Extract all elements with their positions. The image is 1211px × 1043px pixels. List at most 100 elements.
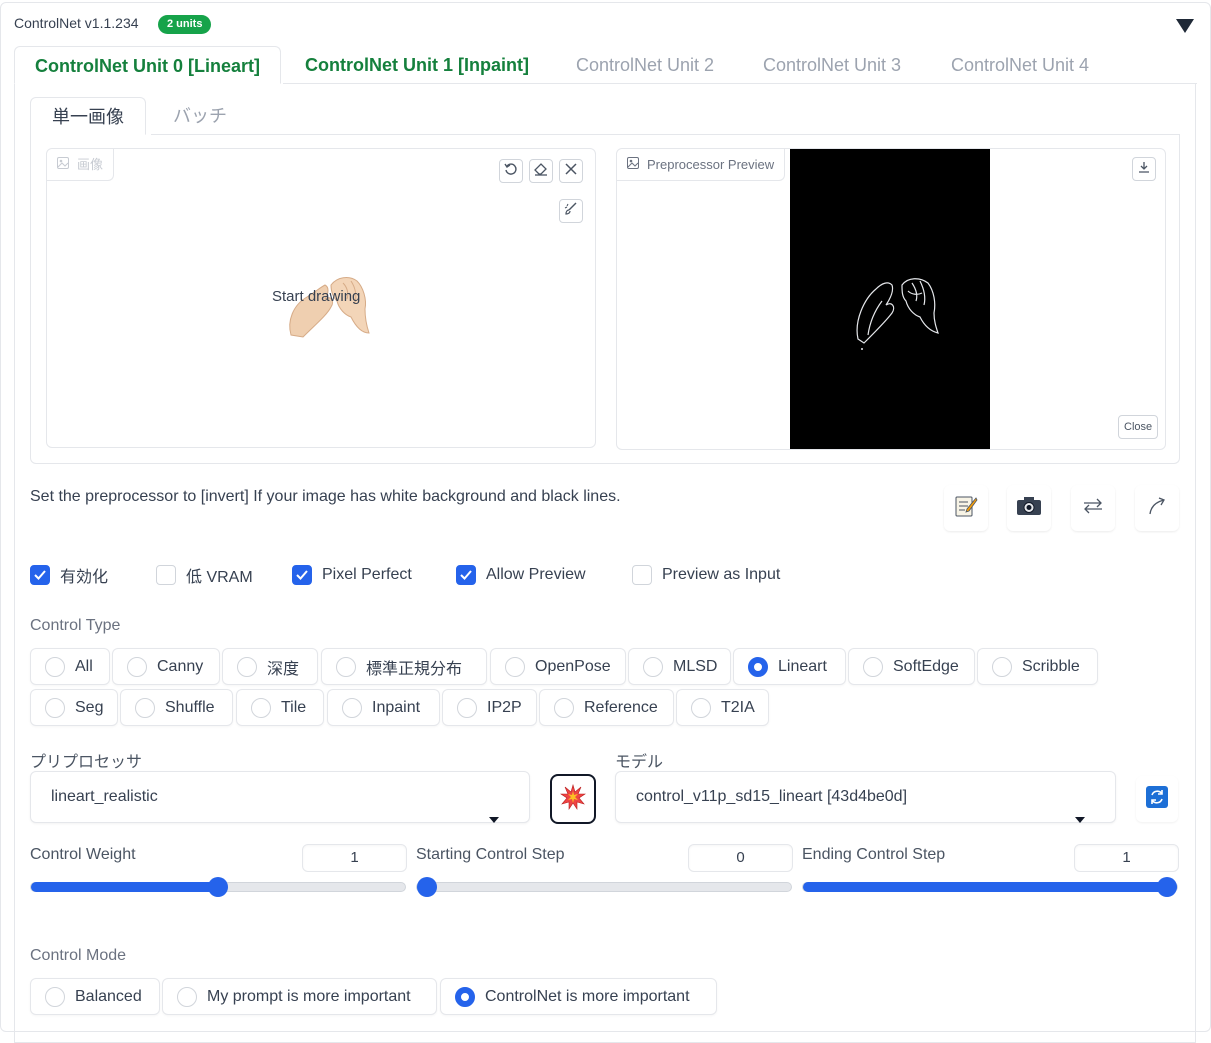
tab-batch[interactable]: バッチ: [173, 97, 227, 135]
control-type-canny[interactable]: Canny: [112, 648, 220, 685]
memo-icon: [954, 494, 978, 523]
checkbox-allow-preview[interactable]: [456, 565, 476, 585]
control-type-tile-label: Tile: [281, 698, 307, 716]
control-mode-controlnet[interactable]: ControlNet is more important: [440, 978, 717, 1015]
control-type-ip2p[interactable]: IP2P: [442, 689, 537, 726]
radio-prompt-important[interactable]: [177, 986, 197, 1007]
control-weight-slider-thumb[interactable]: [208, 877, 228, 897]
radio-balanced[interactable]: [45, 986, 65, 1007]
control-type-t2ia[interactable]: T2IA: [676, 689, 769, 726]
starting-step-slider-thumb[interactable]: [417, 877, 437, 897]
option-enable[interactable]: 有効化: [30, 563, 108, 587]
control-type-mlsd[interactable]: MLSD: [628, 648, 731, 685]
radio-reference[interactable]: [554, 697, 574, 718]
radio-softedge[interactable]: [863, 656, 883, 677]
run-preprocessor-button[interactable]: [550, 774, 596, 824]
control-type-mlsd-label: MLSD: [673, 657, 718, 675]
preview-close-button[interactable]: Close: [1118, 415, 1159, 439]
control-type-shuffle[interactable]: Shuffle: [120, 689, 233, 726]
model-select[interactable]: control_v11p_sd15_lineart [43d4be0d]: [615, 771, 1116, 823]
undo-button[interactable]: [499, 159, 523, 183]
control-type-reference[interactable]: Reference: [539, 689, 674, 726]
control-type-normal-label: 標準正規分布: [366, 660, 463, 678]
image-input-canvas[interactable]: 画像 Start drawing: [46, 148, 596, 448]
tab-unit-1[interactable]: ControlNet Unit 1 [Inpaint]: [305, 46, 529, 84]
radio-tile[interactable]: [251, 697, 271, 718]
option-allow-preview[interactable]: Allow Preview: [456, 563, 586, 587]
control-mode-prompt[interactable]: My prompt is more important: [162, 978, 437, 1015]
option-preview-as-input[interactable]: Preview as Input: [632, 563, 780, 587]
radio-t2ia[interactable]: [691, 697, 711, 718]
starting-step-input[interactable]: 0: [688, 844, 793, 872]
radio-ip2p[interactable]: [457, 697, 477, 718]
radio-openpose[interactable]: [505, 656, 525, 677]
option-pixel-perfect-label: Pixel Perfect: [322, 566, 412, 583]
radio-normal[interactable]: [336, 656, 356, 677]
tab-unit-2[interactable]: ControlNet Unit 2: [576, 46, 714, 84]
control-type-all[interactable]: All: [30, 648, 110, 685]
control-type-scribble[interactable]: Scribble: [977, 648, 1098, 685]
control-type-normal[interactable]: 標準正規分布: [321, 648, 487, 685]
control-weight-input[interactable]: 1: [302, 844, 407, 872]
model-value: control_v11p_sd15_lineart [43d4be0d]: [636, 788, 908, 805]
ending-step-slider[interactable]: [802, 877, 1178, 897]
option-low-vram[interactable]: 低 VRAM: [156, 563, 253, 587]
clear-button[interactable]: [559, 159, 583, 183]
collapse-triangle-icon[interactable]: [1175, 18, 1195, 39]
radio-scribble[interactable]: [992, 656, 1012, 677]
starting-step-label: Starting Control Step: [416, 846, 565, 863]
radio-canny[interactable]: [127, 656, 147, 677]
radio-mlsd[interactable]: [643, 656, 663, 677]
control-type-openpose[interactable]: OpenPose: [490, 648, 626, 685]
download-icon: [1138, 160, 1150, 178]
radio-depth[interactable]: [237, 656, 257, 677]
tab-unit-4[interactable]: ControlNet Unit 4: [951, 46, 1089, 84]
checkbox-preview-as-input[interactable]: [632, 565, 652, 585]
preprocessor-preview-image: [790, 149, 990, 449]
model-label: モデル: [615, 754, 664, 771]
control-weight-slider[interactable]: [30, 877, 406, 897]
control-type-depth[interactable]: 深度: [222, 648, 318, 685]
control-type-seg[interactable]: Seg: [30, 689, 118, 726]
edit-button[interactable]: [944, 485, 988, 531]
tab-unit-3[interactable]: ControlNet Unit 3: [763, 46, 901, 84]
checkbox-pixel-perfect[interactable]: [292, 565, 312, 585]
brush-button[interactable]: [559, 199, 583, 223]
checkbox-low-vram[interactable]: [156, 565, 176, 585]
radio-inpaint[interactable]: [342, 697, 362, 718]
radio-shuffle[interactable]: [135, 697, 155, 718]
control-type-label: Control Type: [30, 617, 121, 634]
radio-seg[interactable]: [45, 697, 65, 718]
eraser-button[interactable]: [529, 159, 553, 183]
curved-arrow-icon: [1147, 496, 1167, 521]
control-mode-prompt-label: My prompt is more important: [207, 987, 411, 1005]
starting-step-slider[interactable]: [416, 877, 792, 897]
control-type-tile[interactable]: Tile: [236, 689, 324, 726]
control-type-lineart[interactable]: Lineart: [733, 648, 846, 685]
tab-single-image[interactable]: 単一画像: [30, 97, 146, 135]
control-type-softedge[interactable]: SoftEdge: [848, 648, 975, 685]
checkbox-enable[interactable]: [30, 565, 50, 585]
explosion-icon: [560, 783, 586, 815]
refresh-models-button[interactable]: [1136, 776, 1178, 822]
control-type-reference-label: Reference: [584, 698, 658, 716]
radio-controlnet-important[interactable]: [455, 986, 475, 1007]
swap-button[interactable]: [1071, 485, 1115, 531]
option-pixel-perfect[interactable]: Pixel Perfect: [292, 563, 412, 587]
control-type-seg-label: Seg: [75, 698, 104, 716]
ending-step-slider-thumb[interactable]: [1157, 877, 1177, 897]
preprocessor-preview-box: Preprocessor Preview Close: [616, 148, 1166, 450]
download-button[interactable]: [1132, 157, 1156, 181]
control-mode-balanced[interactable]: Balanced: [30, 978, 160, 1015]
camera-button[interactable]: [1007, 485, 1051, 531]
preprocessor-select[interactable]: lineart_realistic: [30, 771, 530, 823]
radio-all[interactable]: [45, 656, 65, 677]
control-type-inpaint-label: Inpaint: [372, 698, 421, 716]
ending-step-input[interactable]: 1: [1074, 844, 1179, 872]
control-type-inpaint[interactable]: Inpaint: [327, 689, 440, 726]
eraser-icon: [534, 162, 548, 181]
camera-icon: [1016, 495, 1042, 522]
send-dimensions-button[interactable]: [1135, 485, 1179, 531]
radio-lineart[interactable]: [748, 656, 768, 677]
tab-unit-0[interactable]: ControlNet Unit 0 [Lineart]: [14, 46, 281, 84]
